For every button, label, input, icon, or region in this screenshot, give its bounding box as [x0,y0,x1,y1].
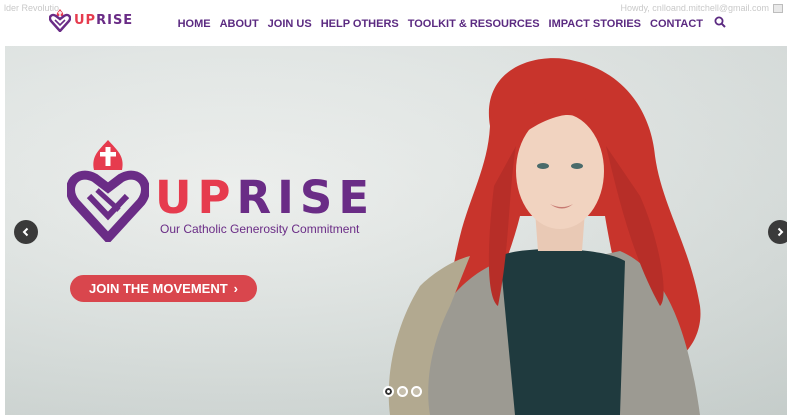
hero-photo [388,58,701,415]
admin-bar-greeting: Howdy, cnlloand.mitchell@gmail.com [620,3,769,13]
nav-item-toolkit-resources[interactable]: TOOLKIT & RESOURCES [408,18,540,30]
join-the-movement-button[interactable]: JOIN THE MOVEMENT › [70,275,257,302]
admin-bar-account[interactable]: Howdy, cnlloand.mitchell@gmail.com [620,3,783,13]
avatar [773,3,783,13]
main-nav: HOME ABOUT JOIN US HELP OTHERS TOOLKIT &… [178,15,726,33]
nav-item-home[interactable]: HOME [178,18,211,30]
nav-item-join-us[interactable]: JOIN US [268,18,312,30]
slider-pagination [383,386,422,397]
chevron-left-icon [22,227,29,237]
nav-item-about[interactable]: ABOUT [220,18,259,30]
slider-prev-button[interactable] [14,220,38,244]
hero-logo: UPRISE Our Catholic Generosity Commitmen… [67,138,375,242]
slider-dot-1[interactable] [383,386,394,397]
slider-dot-3[interactable] [411,386,422,397]
slider-dot-2[interactable] [397,386,408,397]
search-icon[interactable] [714,15,726,33]
hero-slider: UPRISE Our Catholic Generosity Commitmen… [5,46,787,415]
chevron-right-icon: › [233,281,239,296]
heart-flame-icon [49,9,71,32]
nav-item-impact-stories[interactable]: IMPACT STORIES [549,18,642,30]
heart-flame-logo-icon [67,140,149,242]
cta-label: JOIN THE MOVEMENT [88,281,228,296]
hero-tagline: Our Catholic Generosity Commitment [160,222,360,236]
brand-wordmark: UPRISE [74,12,134,28]
slider-next-button[interactable] [768,220,787,244]
nav-item-contact[interactable]: CONTACT [650,18,703,30]
nav-item-help-others[interactable]: HELP OTHERS [321,18,399,30]
site-logo[interactable]: UPRISE [49,8,133,32]
hero-wordmark: UPRISE [155,171,376,224]
chevron-right-icon [777,227,784,237]
